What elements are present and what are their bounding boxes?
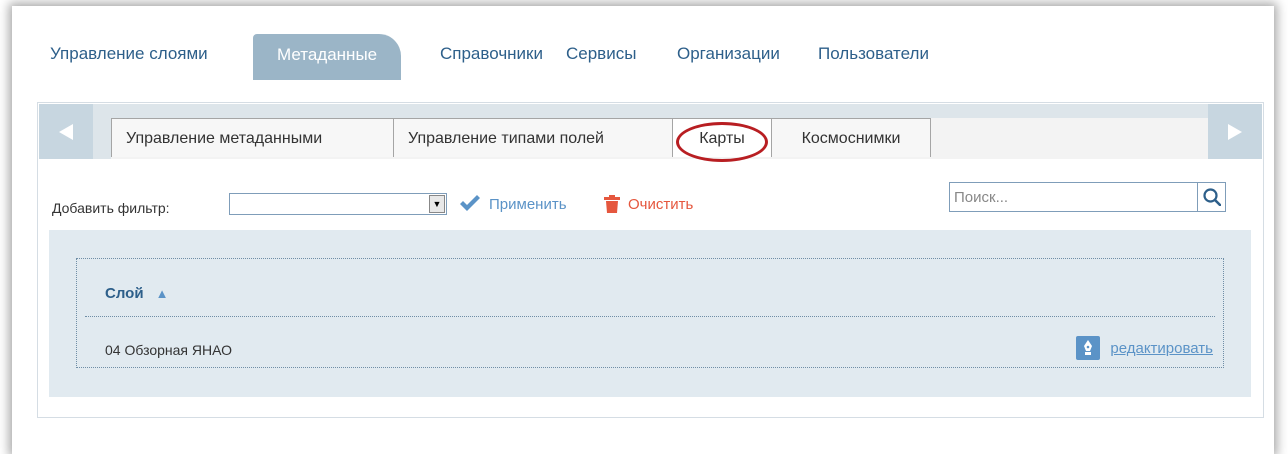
apply-button-label: Применить: [489, 195, 567, 213]
search-box: [949, 182, 1226, 212]
chevron-down-icon[interactable]: ▼: [429, 195, 445, 213]
subtab-maps[interactable]: Карты: [672, 118, 772, 157]
column-header-layer[interactable]: Слой ▲: [105, 285, 168, 302]
checkmark-icon: [460, 195, 480, 211]
edit-action[interactable]: редактировать: [1076, 336, 1213, 360]
search-button[interactable]: [1197, 183, 1225, 211]
subtab-field-types[interactable]: Управление типами полей: [393, 118, 673, 157]
tabs-next-button[interactable]: [1208, 104, 1262, 159]
triangle-right-icon: [1228, 123, 1242, 140]
nav-item-services[interactable]: Сервисы: [566, 44, 636, 64]
content-panel: Управление метаданными Управление типами…: [37, 102, 1264, 418]
triangle-left-icon: [59, 123, 73, 140]
clear-button[interactable]: Очистить: [604, 195, 693, 213]
nav-item-organizations[interactable]: Организации: [677, 44, 780, 64]
trash-icon: [604, 195, 620, 213]
column-header-label: Слой: [105, 285, 144, 302]
search-input[interactable]: [950, 183, 1205, 211]
sort-ascending-icon: ▲: [155, 286, 169, 301]
nav-item-dictionaries[interactable]: Справочники: [440, 44, 543, 64]
tabs-prev-button[interactable]: [39, 104, 93, 159]
nav-item-layers[interactable]: Управление слоями: [50, 44, 208, 64]
add-filter-label: Добавить фильтр:: [52, 200, 170, 216]
clear-button-label: Очистить: [628, 195, 694, 213]
header-divider: [85, 316, 1215, 317]
nav-item-metadata[interactable]: Метаданные: [253, 34, 402, 80]
subtab-bar: Управление метаданными Управление типами…: [39, 104, 1262, 162]
table-row-name: 04 Обзорная ЯНАО: [105, 342, 233, 358]
nav-item-users[interactable]: Пользователи: [818, 44, 929, 64]
apply-button[interactable]: Применить: [459, 195, 567, 213]
layers-grid: Слой ▲ 04 Обзорная ЯНАО редактировать: [76, 258, 1224, 368]
pen-icon: [1076, 336, 1101, 360]
edit-link[interactable]: редактировать: [1110, 340, 1213, 357]
grid-area: Слой ▲ 04 Обзорная ЯНАО редактировать: [49, 230, 1251, 397]
subtab-satellite-images[interactable]: Космоснимки: [771, 118, 931, 157]
filter-select[interactable]: ▼: [229, 193, 447, 215]
subtab-metadata-management[interactable]: Управление метаданными: [111, 118, 394, 157]
search-icon: [1202, 188, 1221, 206]
